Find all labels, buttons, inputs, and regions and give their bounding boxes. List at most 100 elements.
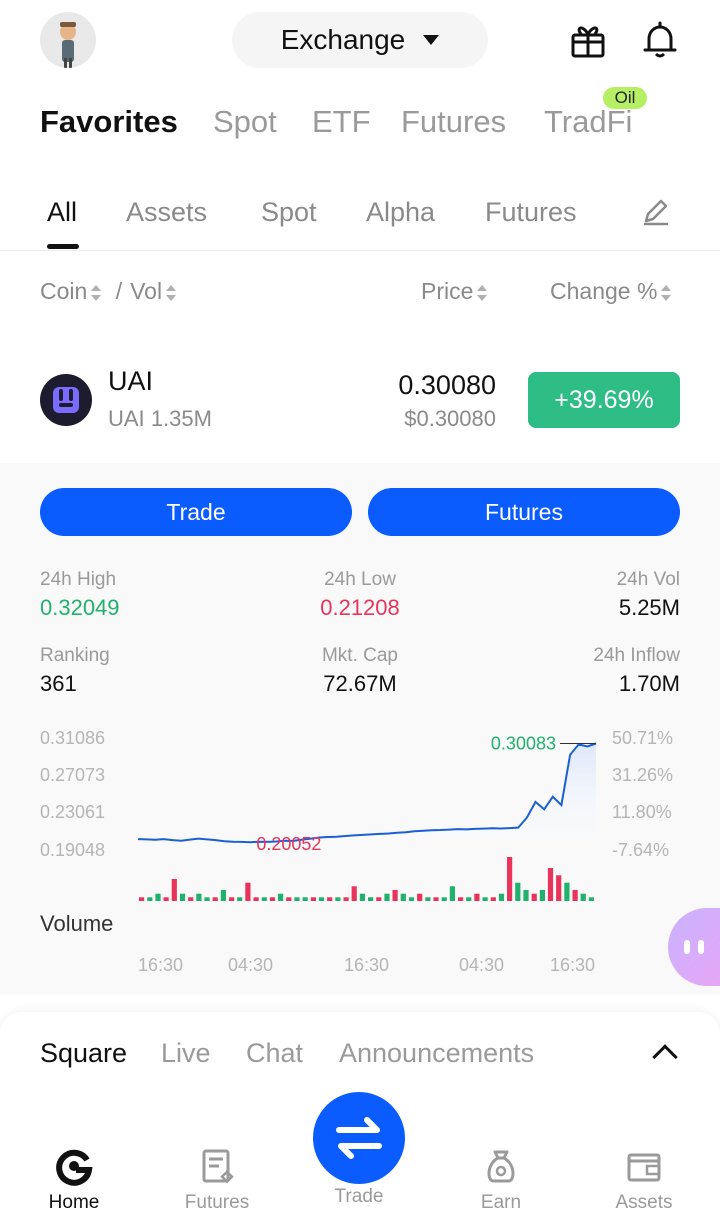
- stat-value: 1.70M: [618, 671, 680, 696]
- volume-bar: [376, 897, 382, 901]
- vol-column-label: Vol: [130, 278, 163, 304]
- volume-bar: [212, 897, 218, 901]
- bottom-nav: Home Futures Trade Earn Assets: [0, 1140, 720, 1226]
- price-area-fill: [138, 743, 596, 863]
- volume-bar: [408, 897, 415, 901]
- primary-tabs: Favorites Spot ETF Futures TradFi: [40, 104, 720, 154]
- volume-bar: [539, 890, 545, 901]
- volume-bar: [318, 897, 325, 901]
- high-marker-label: 0.30083: [491, 734, 556, 754]
- volume-bar: [359, 893, 365, 901]
- stat-24h-low: 24h Low 0.21208: [260, 569, 460, 621]
- secondary-tabs: All Assets Spot Alpha Futures: [0, 193, 720, 251]
- stat-label: Mkt. Cap: [321, 645, 399, 666]
- volume-bar: [466, 897, 472, 901]
- volume-bar: [310, 897, 316, 901]
- tab-announcements[interactable]: Announcements: [339, 1038, 534, 1069]
- volume-bar: [482, 897, 488, 901]
- tab-live[interactable]: Live: [161, 1038, 211, 1069]
- home-icon: [56, 1149, 93, 1186]
- tab-spot[interactable]: Spot: [213, 104, 277, 140]
- nav-label: Assets: [615, 1192, 673, 1213]
- edit-icon[interactable]: [640, 195, 672, 227]
- volume-bar: [572, 890, 578, 901]
- x-tick: 16:30: [550, 955, 596, 975]
- volume-bar: [196, 893, 202, 901]
- volume-bar: [269, 897, 276, 901]
- volume-bar: [588, 897, 594, 901]
- subtab-futures[interactable]: Futures: [485, 197, 577, 228]
- chevron-up-icon[interactable]: [652, 1044, 678, 1070]
- subtab-spot[interactable]: Spot: [261, 197, 317, 228]
- caret-down-icon: [423, 35, 440, 45]
- futures-button[interactable]: Futures: [368, 488, 680, 536]
- change-sort[interactable]: Change %: [550, 278, 672, 305]
- coin-row[interactable]: UAI UAI 1.35M 0.30080 $0.30080 +39.69%: [0, 350, 720, 460]
- volume-bar: [139, 897, 145, 901]
- volume-bar: [294, 897, 300, 901]
- stat-ranking: Ranking 361: [40, 645, 110, 697]
- price-column-label: Price: [421, 278, 474, 304]
- stat-label: Ranking: [40, 645, 110, 666]
- volume-bar: [286, 897, 292, 901]
- volume-bar: [302, 897, 308, 901]
- sort-icon: [91, 284, 102, 302]
- stat-label: 24h Inflow: [593, 645, 680, 666]
- change-badge[interactable]: +39.69%: [528, 372, 680, 428]
- volume-bar: [327, 897, 333, 901]
- column-separator: /: [115, 278, 123, 304]
- subtab-assets[interactable]: Assets: [126, 197, 207, 228]
- change-column-label: Change %: [550, 278, 658, 304]
- price-chart[interactable]: 0.30083 0.20052: [0, 723, 720, 943]
- tab-etf[interactable]: ETF: [312, 104, 371, 140]
- volume-bar: [507, 857, 513, 901]
- subtab-all[interactable]: All: [47, 197, 77, 228]
- coin-detail-panel: Trade Futures 24h High 0.32049 24h Low 0…: [0, 463, 720, 995]
- tab-favorites[interactable]: Favorites: [40, 104, 178, 140]
- nav-earn[interactable]: Earn: [441, 1146, 561, 1214]
- volume-bar: [564, 882, 570, 901]
- volume-bar: [547, 868, 554, 901]
- nav-trade[interactable]: Trade: [299, 1180, 419, 1208]
- volume-bar: [220, 890, 226, 901]
- nav-futures[interactable]: Futures: [157, 1146, 277, 1214]
- subtab-alpha[interactable]: Alpha: [366, 197, 435, 228]
- coin-subline: UAI 1.35M: [108, 406, 212, 432]
- sort-icon: [477, 284, 488, 302]
- tab-chat[interactable]: Chat: [246, 1038, 303, 1069]
- stat-value: 0.32049: [40, 595, 120, 620]
- futures-icon: [202, 1149, 234, 1184]
- exchange-selector[interactable]: Exchange: [232, 12, 488, 68]
- coin-pair: UAI: [108, 406, 145, 431]
- volume-bar: [163, 897, 169, 901]
- nav-home[interactable]: Home: [14, 1146, 134, 1214]
- stat-value: 72.67M: [323, 671, 397, 696]
- tab-futures[interactable]: Futures: [401, 104, 506, 140]
- tab-square[interactable]: Square: [40, 1038, 127, 1069]
- price-sort[interactable]: Price: [421, 278, 488, 305]
- nav-label: Trade: [334, 1186, 384, 1207]
- x-tick: 16:30: [344, 955, 390, 975]
- bell-icon[interactable]: [640, 20, 680, 60]
- volume-bar: [580, 893, 586, 901]
- stat-24h-inflow: 24h Inflow 1.70M: [593, 645, 680, 697]
- nav-label: Futures: [184, 1192, 250, 1213]
- coin-vol-sort[interactable]: Coin / Vol: [40, 278, 177, 305]
- volume-bar: [515, 882, 521, 901]
- column-header: Coin / Vol Price Change %: [40, 278, 680, 310]
- volume-bar: [400, 893, 406, 901]
- volume-bar: [245, 882, 251, 901]
- stat-24h-vol: 24h Vol 5.25M: [617, 569, 680, 621]
- gift-icon[interactable]: [568, 20, 608, 60]
- avatar-figure-icon: [60, 22, 76, 68]
- trade-button[interactable]: Trade: [40, 488, 352, 536]
- nav-label: Home: [48, 1192, 100, 1213]
- avatar[interactable]: [40, 12, 96, 68]
- earn-icon: [487, 1150, 515, 1183]
- nav-assets[interactable]: Assets: [584, 1146, 704, 1214]
- tab-tradfi[interactable]: TradFi: [544, 104, 632, 140]
- volume-bar: [523, 890, 529, 901]
- volume-bar: [425, 897, 431, 901]
- nav-label: Earn: [480, 1192, 522, 1213]
- volume-bar: [384, 893, 390, 901]
